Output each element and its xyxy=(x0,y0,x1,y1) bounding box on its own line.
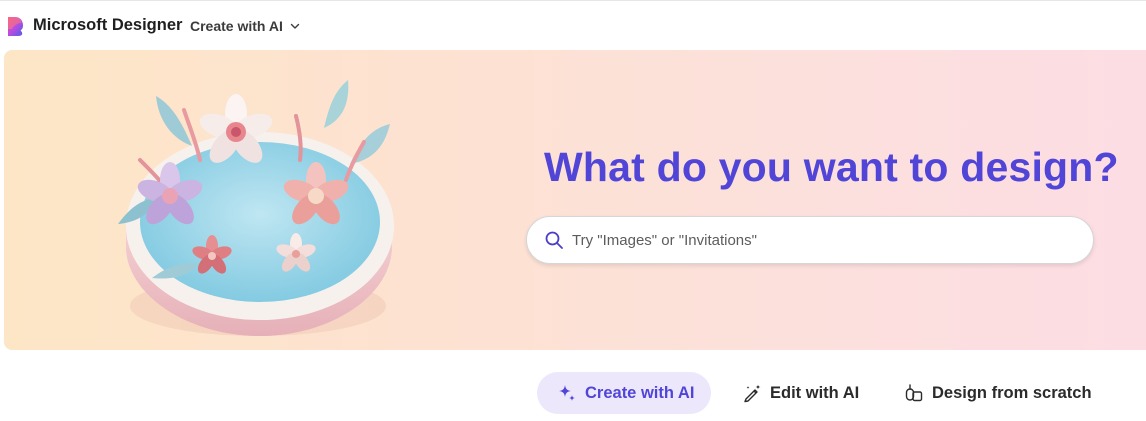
tab-label: Design from scratch xyxy=(932,383,1092,402)
tab-label: Edit with AI xyxy=(770,383,860,402)
microsoft-designer-logo[interactable] xyxy=(6,16,24,36)
hero-banner: What do you want to design? xyxy=(4,50,1146,350)
tab-label: Create with AI xyxy=(585,383,695,402)
sparkle-icon xyxy=(559,385,575,401)
create-with-ai-menu[interactable]: Create with AI xyxy=(186,12,305,40)
search-box[interactable] xyxy=(526,216,1094,264)
tab-edit-with-ai[interactable]: Edit with AI xyxy=(722,372,877,414)
menu-label: Create with AI xyxy=(190,18,283,34)
tab-design-from-scratch[interactable]: Design from scratch xyxy=(884,372,1110,414)
magic-pen-icon xyxy=(744,384,761,403)
chevron-down-icon xyxy=(290,23,300,29)
search-input[interactable] xyxy=(572,220,1072,260)
hero-title: What do you want to design? xyxy=(544,144,1119,190)
tab-create-with-ai[interactable]: Create with AI xyxy=(537,372,711,414)
shapes-icon xyxy=(905,384,923,402)
paper-flowers-platform-illustration xyxy=(118,80,394,336)
app-header: Microsoft Designer Create with AI xyxy=(0,1,1146,49)
search-icon xyxy=(545,231,563,249)
mode-tabs: Create with AI Edit with AI Design from … xyxy=(0,372,1146,414)
app-brand-name: Microsoft Designer xyxy=(33,16,183,34)
